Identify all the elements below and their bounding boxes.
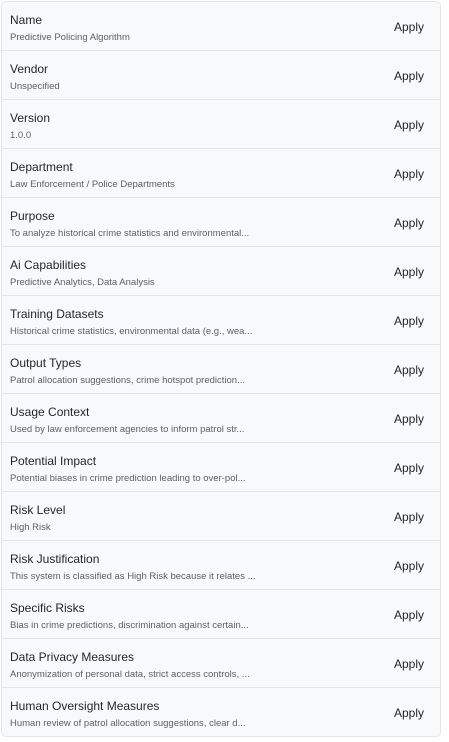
- apply-button[interactable]: Apply: [384, 261, 434, 283]
- field-value: Human review of patrol allocation sugges…: [10, 718, 246, 729]
- apply-button[interactable]: Apply: [384, 114, 434, 136]
- list-item-version: Version 1.0.0 Apply: [2, 100, 440, 149]
- field-label: Department: [10, 160, 73, 174]
- list-item-potential-impact: Potential Impact Potential biases in cri…: [2, 443, 440, 492]
- field-value: High Risk: [10, 522, 51, 533]
- list-item-risk-level: Risk Level High Risk Apply: [2, 492, 440, 541]
- apply-button[interactable]: Apply: [384, 65, 434, 87]
- field-label: Version: [10, 111, 51, 125]
- list-item-usage-context: Usage Context Used by law enforcement ag…: [2, 394, 440, 443]
- list-item-department: Department Law Enforcement / Police Depa…: [2, 149, 440, 198]
- apply-button[interactable]: Apply: [384, 555, 434, 577]
- field-label: Name: [10, 13, 43, 27]
- field-label: Output Types: [10, 356, 82, 370]
- field-value: This system is classified as High Risk b…: [10, 571, 256, 582]
- apply-button[interactable]: Apply: [384, 702, 434, 724]
- field-label: Usage Context: [10, 405, 90, 419]
- field-value: Law Enforcement / Police Departments: [10, 179, 175, 190]
- field-label: Risk Level: [10, 503, 66, 517]
- field-value: Historical crime statistics, environment…: [10, 326, 253, 337]
- apply-button[interactable]: Apply: [384, 163, 434, 185]
- apply-button[interactable]: Apply: [384, 653, 434, 675]
- list-item-output-types: Output Types Patrol allocation suggestio…: [2, 345, 440, 394]
- field-value: To analyze historical crime statistics a…: [10, 228, 250, 239]
- field-label: Ai Capabilities: [10, 258, 87, 272]
- field-value: Potential biases in crime prediction lea…: [10, 473, 246, 484]
- suggestion-list: Name Predictive Policing Algorithm Apply…: [1, 1, 441, 737]
- apply-button[interactable]: Apply: [384, 457, 434, 479]
- list-item-data-privacy-measures: Data Privacy Measures Anonymization of p…: [2, 639, 440, 688]
- apply-button[interactable]: Apply: [384, 408, 434, 430]
- field-label: Specific Risks: [10, 601, 85, 615]
- field-value: Patrol allocation suggestions, crime hot…: [10, 375, 245, 386]
- field-value: Bias in crime predictions, discriminatio…: [10, 620, 249, 631]
- field-label: Vendor: [10, 62, 49, 76]
- list-item-purpose: Purpose To analyze historical crime stat…: [2, 198, 440, 247]
- list-item-ai-capabilities: Ai Capabilities Predictive Analytics, Da…: [2, 247, 440, 296]
- field-label: Risk Justification: [10, 552, 100, 566]
- list-item-vendor: Vendor Unspecified Apply: [2, 51, 440, 100]
- apply-button[interactable]: Apply: [384, 16, 434, 38]
- list-item-specific-risks: Specific Risks Bias in crime predictions…: [2, 590, 440, 639]
- field-value: Used by law enforcement agencies to info…: [10, 424, 245, 435]
- list-item-risk-justification: Risk Justification This system is classi…: [2, 541, 440, 590]
- apply-button[interactable]: Apply: [384, 310, 434, 332]
- apply-button[interactable]: Apply: [384, 604, 434, 626]
- list-item-name: Name Predictive Policing Algorithm Apply: [2, 2, 440, 51]
- field-value: 1.0.0: [10, 130, 32, 141]
- field-label: Training Datasets: [10, 307, 104, 321]
- apply-button[interactable]: Apply: [384, 212, 434, 234]
- field-label: Human Oversight Measures: [10, 699, 160, 713]
- list-item-human-oversight-measures: Human Oversight Measures Human review of…: [2, 688, 440, 736]
- field-value: Predictive Analytics, Data Analysis: [10, 277, 155, 288]
- field-label: Data Privacy Measures: [10, 650, 135, 664]
- field-value: Anonymization of personal data, strict a…: [10, 669, 250, 680]
- field-label: Purpose: [10, 209, 55, 223]
- list-item-training-datasets: Training Datasets Historical crime stati…: [2, 296, 440, 345]
- field-label: Potential Impact: [10, 454, 97, 468]
- apply-button[interactable]: Apply: [384, 506, 434, 528]
- field-value: Predictive Policing Algorithm: [10, 32, 130, 43]
- field-value: Unspecified: [10, 81, 60, 92]
- apply-button[interactable]: Apply: [384, 359, 434, 381]
